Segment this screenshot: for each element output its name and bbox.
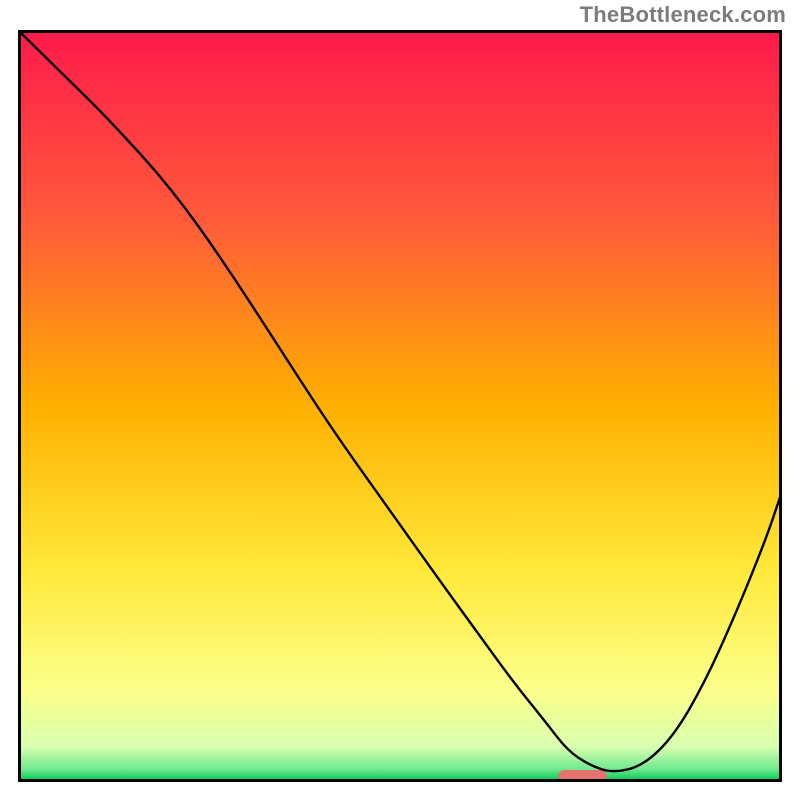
chart-container: TheBottleneck.com [0,0,800,800]
chart-plot-area [18,30,782,782]
chart-svg [18,30,782,782]
watermark-label: TheBottleneck.com [580,2,786,28]
